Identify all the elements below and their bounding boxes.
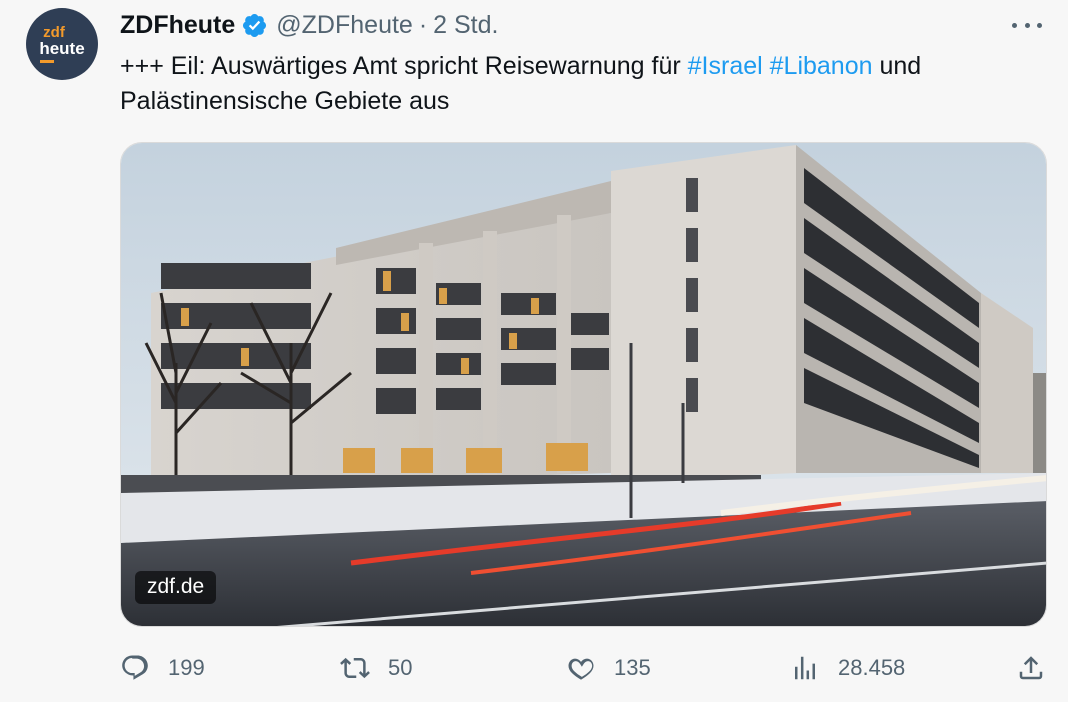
avatar[interactable]: zdf heute: [26, 8, 98, 80]
views-chart-icon: [795, 656, 815, 680]
link-domain-label[interactable]: zdf.de: [135, 571, 217, 604]
retweet-count: 50: [388, 655, 413, 680]
author-handle[interactable]: @ZDFheute: [276, 11, 413, 40]
views-count: 28.458: [838, 655, 906, 680]
tweet-actions: 199 50 135 28.458: [120, 648, 1050, 688]
building-photo: [121, 143, 1046, 626]
separator-dot: ·: [418, 10, 428, 39]
hashtag-libanon[interactable]: #Libanon: [770, 52, 873, 80]
verified-badge-icon[interactable]: [241, 12, 268, 39]
heart-icon: [568, 658, 594, 680]
share-button[interactable]: [1016, 648, 1046, 688]
more-dot: [1024, 22, 1030, 28]
avatar-logo-zdf: zdf: [43, 23, 65, 41]
share-icon: [1019, 656, 1043, 680]
media-image[interactable]: zdf.de: [120, 142, 1047, 627]
like-count: 135: [614, 655, 651, 680]
retweet-button[interactable]: 50: [340, 648, 412, 688]
more-dot: [1037, 22, 1042, 28]
author-name[interactable]: ZDFheute: [120, 11, 235, 40]
more-dots-icon[interactable]: [1012, 14, 1042, 36]
reply-icon: [122, 655, 148, 680]
tweet-text-start: +++ Eil: Auswärtiges Amt spricht Reisewa…: [120, 52, 688, 80]
tweet-header: ZDFheute @ZDFheute · 2 Std.: [120, 10, 498, 40]
reply-button[interactable]: 199: [120, 648, 205, 688]
retweet-icon: [340, 657, 370, 679]
views-button[interactable]: 28.458: [790, 648, 905, 688]
avatar-logo-underline: [40, 59, 54, 63]
hashtag-israel[interactable]: #Israel: [688, 52, 763, 80]
timestamp[interactable]: 2 Std.: [433, 11, 498, 40]
like-button[interactable]: 135: [566, 648, 651, 688]
avatar-logo-heute: heute: [39, 38, 85, 58]
tweet-text-space: [763, 52, 770, 80]
tweet-text: +++ Eil: Auswärtiges Amt spricht Reisewa…: [120, 49, 1040, 119]
more-dot: [1012, 22, 1017, 28]
reply-count: 199: [168, 655, 205, 680]
